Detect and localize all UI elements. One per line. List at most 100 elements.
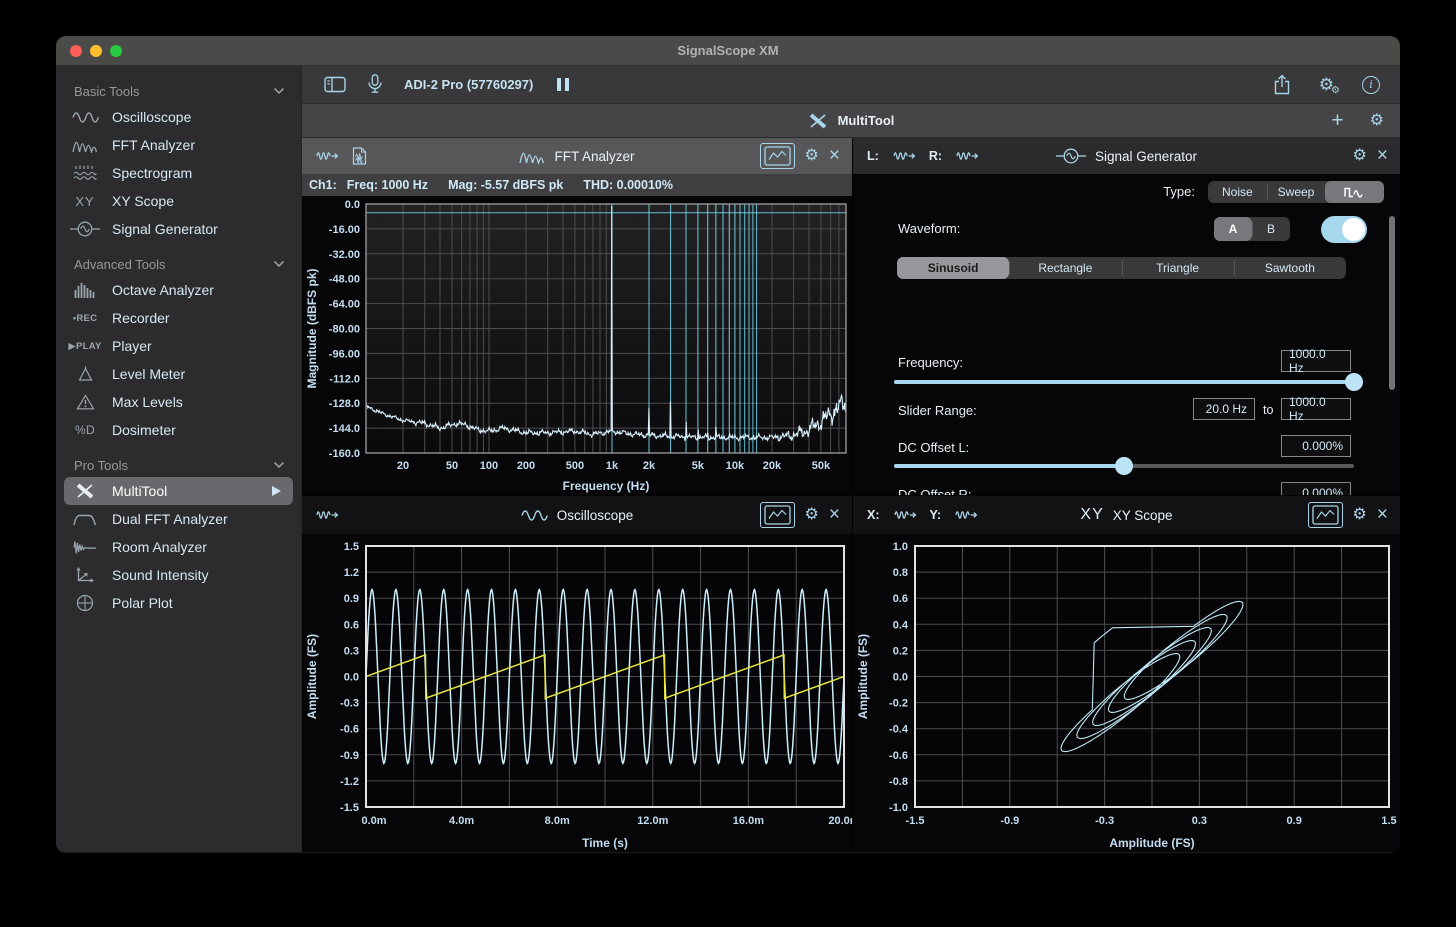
sidebar-section-header[interactable]: Basic Tools — [56, 79, 301, 103]
settings-gears-button[interactable]: ⚙⚙ — [1319, 76, 1334, 93]
left-route-icon[interactable] — [893, 149, 917, 163]
microphone-icon[interactable] — [368, 74, 382, 95]
octave-bars-icon — [66, 282, 104, 298]
snapshot-file-icon[interactable] — [352, 147, 367, 165]
dc-offset-slider[interactable] — [894, 464, 1354, 468]
section-label: Advanced Tools — [74, 257, 166, 272]
sidebar-section-header[interactable]: Pro Tools — [56, 453, 301, 477]
sidebar-toggle-button[interactable] — [324, 76, 346, 93]
xy-close-button[interactable]: × — [1377, 507, 1388, 522]
sidebar-item-label: MultiTool — [112, 483, 167, 499]
dc-offset-r-field[interactable]: 0.000% — [1281, 482, 1351, 495]
waveform-option-rectangle[interactable]: Rectangle — [1009, 257, 1121, 279]
waveform-option-sawtooth[interactable]: Sawtooth — [1234, 257, 1346, 279]
fft-settings-button[interactable]: ⚙ — [805, 148, 819, 164]
siggen-settings-button[interactable]: ⚙ — [1353, 148, 1367, 164]
left-channel-label: L: — [867, 149, 879, 163]
y-route-icon[interactable] — [955, 508, 979, 522]
type-option-sweep[interactable]: Sweep — [1267, 181, 1326, 203]
sidebar-item-label: Recorder — [112, 310, 170, 326]
input-route-icon[interactable] — [316, 508, 340, 522]
sidebar-item-room-analyzer[interactable]: Room Analyzer — [64, 533, 293, 561]
range-to-field[interactable]: 1000.0 Hz — [1281, 398, 1351, 420]
x-route-icon[interactable] — [894, 508, 918, 522]
sidebar-section-header[interactable]: Advanced Tools — [56, 252, 301, 276]
signal-generator-header: L: R: Signal Generator ⚙ — [853, 138, 1400, 174]
fft-chart[interactable]: 0.0-16.00-32.00-48.00-64.00-80.00-96.00-… — [302, 196, 852, 495]
sidebar-item-fft-analyzer[interactable]: FFT Analyzer — [64, 131, 293, 159]
sidebar-item-player[interactable]: ▶PLAYPlayer — [64, 332, 293, 360]
sidebar-item-signal-generator[interactable]: Signal Generator — [64, 215, 293, 243]
range-from-field[interactable]: 20.0 Hz — [1193, 398, 1255, 420]
sidebar-item-label: Level Meter — [112, 366, 185, 382]
frequency-value-field[interactable]: 1000.0 Hz — [1281, 350, 1351, 372]
right-route-icon[interactable] — [956, 149, 980, 163]
close-window-button[interactable] — [70, 45, 82, 57]
xy-scope-title: XY Scope — [1113, 508, 1173, 523]
info-button[interactable]: i — [1362, 76, 1380, 94]
multitool-settings-button[interactable]: ⚙ — [1370, 113, 1384, 129]
svg-text:-0.2: -0.2 — [889, 698, 908, 710]
add-tool-button[interactable]: + — [1331, 110, 1343, 131]
chart-style-button[interactable] — [760, 143, 795, 169]
waveform-option-sinusoid[interactable]: Sinusoid — [897, 257, 1009, 279]
sidebar-item-max-levels[interactable]: Max Levels — [64, 388, 293, 416]
sidebar-item-polar-plot[interactable]: Polar Plot — [64, 589, 293, 617]
xy-glyph-icon: XY — [1080, 506, 1103, 524]
desktop: SignalScope XM Basic Tools OscilloscopeF… — [0, 0, 1456, 927]
chart-style-button[interactable] — [1308, 502, 1343, 528]
sidebar-item-xy-scope[interactable]: XYXY Scope — [64, 187, 293, 215]
window-title: SignalScope XM — [56, 43, 1400, 58]
oscilloscope-close-button[interactable]: × — [829, 507, 840, 522]
scrollbar[interactable] — [1389, 216, 1395, 390]
titlebar: SignalScope XM — [56, 36, 1400, 66]
sidebar-item-level-meter[interactable]: Level Meter — [64, 360, 293, 388]
dc-offset-l-field[interactable]: 0.000% — [1281, 435, 1351, 457]
type-option-noise[interactable]: Noise — [1208, 181, 1267, 203]
device-selector[interactable]: ADI-2 Pro (57760297) — [404, 77, 533, 92]
oscilloscope-settings-button[interactable]: ⚙ — [805, 507, 819, 523]
xy-chart[interactable]: -1.0-0.8-0.6-0.4-0.20.00.20.40.60.81.0-1… — [853, 534, 1400, 852]
channel-option-a[interactable]: A — [1214, 217, 1252, 241]
xy-settings-button[interactable]: ⚙ — [1353, 507, 1367, 523]
share-button[interactable] — [1273, 74, 1291, 95]
sidebar-item-multitool[interactable]: MultiTool — [64, 477, 293, 505]
fft-panel-header: FFT Analyzer ⚙ × — [302, 138, 852, 174]
dosimeter-text-icon: %D — [66, 423, 104, 437]
dc-offset-slider-knob[interactable] — [1115, 457, 1133, 475]
sidebar-section: Advanced Tools Octave Analyzer•RECRecord… — [56, 252, 301, 444]
warning-triangle-icon — [66, 394, 104, 410]
pause-button[interactable] — [555, 78, 571, 91]
app-window: SignalScope XM Basic Tools OscilloscopeF… — [56, 36, 1400, 853]
zoom-window-button[interactable] — [110, 45, 122, 57]
svg-text:-16.00: -16.00 — [329, 224, 360, 236]
sidebar-item-octave-analyzer[interactable]: Octave Analyzer — [64, 276, 293, 304]
sidebar-item-oscilloscope[interactable]: Oscilloscope — [64, 103, 293, 131]
sidebar-item-dual-fft-analyzer[interactable]: Dual FFT Analyzer — [64, 505, 293, 533]
channel-option-b[interactable]: B — [1252, 217, 1290, 241]
sidebar-item-label: Max Levels — [112, 394, 183, 410]
sidebar-item-dosimeter[interactable]: %DDosimeter — [64, 416, 293, 444]
oscilloscope-chart[interactable]: -1.5-1.2-0.9-0.6-0.30.00.30.60.91.21.50.… — [302, 534, 852, 852]
minimize-window-button[interactable] — [90, 45, 102, 57]
svg-text:10k: 10k — [726, 460, 745, 472]
signal-generator-glyph-icon — [1056, 148, 1086, 164]
svg-text:-1.2: -1.2 — [340, 776, 359, 788]
frequency-slider-fill — [894, 380, 1354, 384]
type-option-pulse-wave-icon[interactable] — [1325, 181, 1384, 203]
output-toggle[interactable] — [1321, 216, 1367, 243]
sidebar-item-sound-intensity[interactable]: Sound Intensity — [64, 561, 293, 589]
sidebar-item-spectrogram[interactable]: Spectrogram — [64, 159, 293, 187]
input-route-icon[interactable] — [316, 149, 340, 163]
siggen-close-button[interactable]: × — [1377, 148, 1388, 163]
chart-style-button[interactable] — [760, 502, 795, 528]
fft-close-button[interactable]: × — [829, 148, 840, 163]
frequency-slider-knob[interactable] — [1345, 373, 1363, 391]
type-label: Type: — [1163, 184, 1195, 199]
multitool-icon — [808, 113, 828, 129]
waveform-option-triangle[interactable]: Triangle — [1122, 257, 1234, 279]
frequency-slider[interactable] — [894, 380, 1354, 384]
signal-generator-icon — [66, 221, 104, 237]
sidebar-section: Pro Tools MultiTool Dual FFT AnalyzerRoom… — [56, 453, 301, 617]
sidebar-item-recorder[interactable]: •RECRecorder — [64, 304, 293, 332]
